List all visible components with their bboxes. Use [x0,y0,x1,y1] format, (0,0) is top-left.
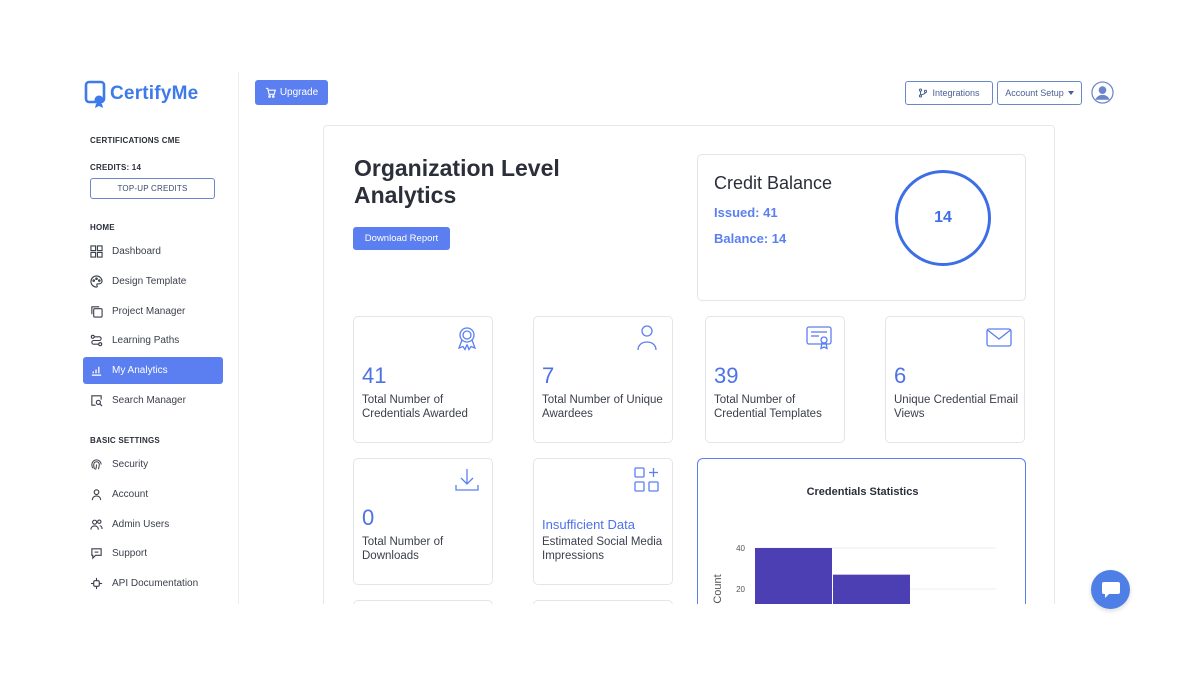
stat-value: 0 [362,505,375,530]
stat-value: 39 [714,363,739,388]
stat-card-unique-awardees: 7 Total Number of Unique Awardees [533,316,673,443]
page-title: Organization Level Analytics [354,155,560,208]
mail-icon [986,328,1012,347]
download-report-button[interactable]: Download Report [353,227,450,250]
top-up-credits-button[interactable]: TOP-UP CREDITS [90,178,215,199]
stat-label: Estimated Social Media Impressions [542,536,663,562]
credit-balance-card: Credit Balance Issued: 41 Balance: 14 14 [697,154,1026,301]
stat-card-credential-templates: 39 Total Number of Credential Templates [705,316,845,443]
sidebar-item-label: Project Manager [112,306,186,317]
chart-bar [755,548,832,604]
caret-down-icon [1067,91,1074,95]
sidebar-item-label: My Analytics [112,365,168,376]
award-ribbon-icon [457,327,477,351]
certifyme-logo-icon [84,80,106,108]
user-avatar-icon [1091,81,1114,104]
stat-card-social-impressions: Insufficient Data Estimated Social Media… [533,458,673,585]
grid-icon [90,245,103,258]
sidebar-item-security[interactable]: Security [83,451,223,478]
copy-icon [91,306,103,318]
sidebar-item-label: Design Template [112,276,187,287]
credits-issued: Issued: 41 [714,205,778,220]
credit-balance-ring: 14 [895,170,991,266]
sidebar-item-project-manager[interactable]: Project Manager [83,298,223,325]
plug-icon [90,577,103,590]
stat-value: 6 [894,363,907,388]
palette-icon [90,275,103,288]
fingerprint-icon [91,459,102,470]
stat-label: Total Number of Credentials Awarded [362,394,468,420]
apps-add-icon [634,467,659,492]
certificate-icon [806,326,832,350]
sidebar-item-my-analytics[interactable]: My Analytics [83,357,223,384]
integrations-label: Integrations [932,88,980,98]
sidebar-item-label: Security [112,459,149,470]
sidebar: CertifyMe CERTIFICATIONS CME CREDITS: 14… [76,72,239,604]
credits-balance: Balance: 14 [714,231,787,246]
upgrade-button[interactable]: Upgrade [255,80,328,105]
chat-bubble-icon [1101,581,1120,598]
credit-balance-title: Credit Balance [714,173,833,193]
sidebar-item-label: Learning Paths [112,335,180,346]
sidebar-item-label: API Documentation [112,578,199,589]
stat-label: Total Number of Credential Templates [714,394,822,420]
sidebar-item-search-manager[interactable]: Search Manager [83,387,223,414]
section-label-home: HOME [90,223,115,232]
sidebar-item-label: Search Manager [112,395,186,406]
account-setup-dropdown[interactable]: Account Setup [997,81,1082,105]
user-icon [91,489,102,501]
stat-label: Total Number of Unique Awardees [542,394,663,420]
account-setup-label: Account Setup [1005,88,1064,98]
stat-card-partial [353,600,493,604]
stat-label: Unique Credential Email Views [894,394,1019,420]
route-icon [90,334,103,347]
live-chat-button[interactable] [1091,570,1130,609]
download-icon [455,469,479,491]
stat-card-email-views: 6 Unique Credential Email Views [885,316,1025,443]
users-icon [90,519,103,530]
sidebar-item-label: Account [112,489,149,500]
stat-card-downloads: 0 Total Number of Downloads [353,458,493,585]
user-icon [637,325,657,351]
y-tick-label: 40 [736,544,745,553]
credentials-statistics-card: Credentials Statistics 20 40 Count [697,458,1026,604]
credentials-chart: 20 40 Count [712,544,996,604]
credits-label: CREDITS: 14 [90,163,142,172]
chat-icon [91,548,102,560]
section-label-basic-settings: BASIC SETTINGS [90,436,160,445]
stat-label: Total Number of Downloads [362,536,444,562]
sidebar-item-label: Support [112,548,148,559]
app-window: CertifyMe CERTIFICATIONS CME CREDITS: 14… [0,0,1200,675]
stat-card-credentials-awarded: 41 Total Number of Credentials Awarded [353,316,493,443]
sidebar-item-dashboard[interactable]: Dashboard [83,238,223,265]
chart-bar [833,574,910,604]
y-tick-label: 20 [736,585,745,594]
brand-name: CertifyMe [110,83,199,104]
analytics-panel: Organization Level Analytics Download Re… [323,125,1055,604]
stat-value: 41 [362,363,387,388]
cart-icon [265,87,276,98]
sidebar-item-design-template[interactable]: Design Template [83,268,223,295]
stat-value: 7 [542,363,555,388]
brand-logo[interactable]: CertifyMe [84,80,198,108]
sidebar-item-admin-users[interactable]: Admin Users [83,511,223,538]
search-doc-icon [91,395,103,407]
git-branch-icon [919,88,928,98]
integrations-button[interactable]: Integrations [905,81,993,105]
sidebar-item-learning-paths[interactable]: Learning Paths [83,327,223,354]
upgrade-label: Upgrade [279,87,319,98]
stat-card-partial [533,600,673,604]
sidebar-item-account[interactable]: Account [83,481,223,508]
sidebar-item-support[interactable]: Support [83,540,223,567]
sidebar-item-label: Admin Users [112,519,170,530]
sidebar-item-api-documentation[interactable]: API Documentation [83,570,223,597]
y-axis-label: Count [712,574,724,603]
bar-chart-icon [91,366,102,376]
avatar[interactable] [1091,81,1114,104]
section-label-cme: CERTIFICATIONS CME [90,136,181,145]
sidebar-item-label: Dashboard [112,246,161,257]
stat-value: Insufficient Data [542,517,635,532]
